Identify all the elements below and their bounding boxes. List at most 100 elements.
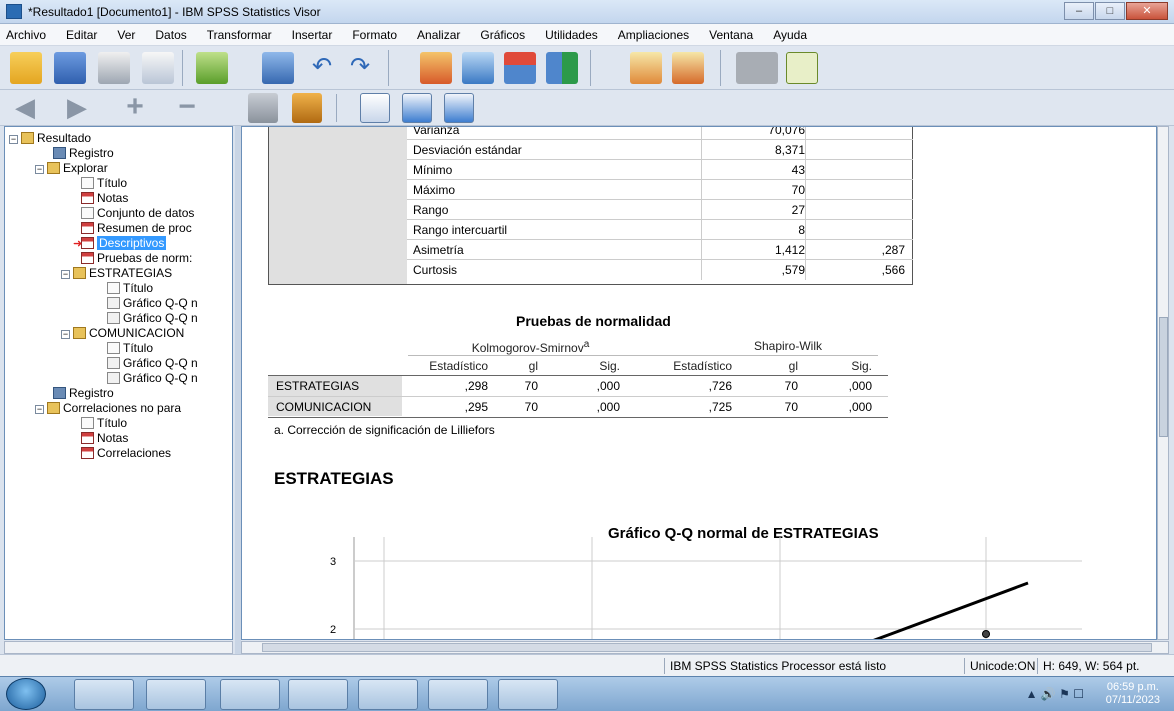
- equation-icon[interactable]: [428, 679, 488, 710]
- tree-node-label: Título: [97, 416, 128, 430]
- start-button[interactable]: [6, 678, 46, 710]
- tree-node-resumen[interactable]: Resumen de proc: [81, 221, 192, 236]
- back-icon[interactable]: ◀: [10, 93, 40, 123]
- stat-name: Mínimo: [413, 163, 453, 177]
- chrome-icon[interactable]: [220, 679, 280, 710]
- undo-icon[interactable]: ↶: [306, 52, 338, 84]
- tree-node-qq-chart[interactable]: Gráfico Q-Q n: [107, 356, 198, 371]
- tree-node-correlaciones-no-para[interactable]: − Correlaciones no para: [35, 401, 181, 416]
- tree-node-resultado[interactable]: − Resultado: [9, 131, 91, 146]
- insert-heading-icon[interactable]: [360, 93, 390, 123]
- tree-node-qq-chart[interactable]: Gráfico Q-Q n: [107, 371, 198, 386]
- title-icon: [107, 282, 120, 294]
- status-bar: IBM SPSS Statistics Processor está listo…: [0, 654, 1174, 676]
- stat-name: Rango intercuartil: [413, 223, 508, 237]
- go-to-variable-icon[interactable]: [462, 52, 494, 84]
- tree-node-titulo[interactable]: Título: [107, 281, 153, 296]
- menu-insertar[interactable]: Insertar: [292, 28, 333, 42]
- row-label-estrategias: ESTRATEGIAS: [276, 379, 360, 393]
- tree-node-titulo[interactable]: Título: [81, 416, 127, 431]
- system-tray[interactable]: ▲ 🔊 ⚑ ☐: [1026, 687, 1084, 701]
- tree-node-explorar[interactable]: − Explorar: [35, 161, 108, 176]
- viewer-vertical-scrollbar[interactable]: [1157, 126, 1169, 640]
- tree-horizontal-scrollbar[interactable]: [4, 641, 233, 654]
- tree-node-comunicacion[interactable]: − COMUNICACION: [61, 326, 184, 341]
- print-icon[interactable]: [98, 52, 130, 84]
- menu-utilidades[interactable]: Utilidades: [545, 28, 598, 42]
- menu-datos[interactable]: Datos: [155, 28, 186, 42]
- menu-transformar[interactable]: Transformar: [207, 28, 272, 42]
- minimize-button[interactable]: –: [1064, 2, 1094, 20]
- tree-node-notas[interactable]: Notas: [81, 431, 128, 446]
- tree-node-estrategias[interactable]: − ESTRATEGIAS: [61, 266, 172, 281]
- chart-icon: [107, 312, 120, 324]
- tree-node-titulo[interactable]: Título: [81, 176, 127, 191]
- menu-ampliaciones[interactable]: Ampliaciones: [618, 28, 689, 42]
- add-icon[interactable]: [786, 52, 818, 84]
- insert-cases-icon[interactable]: [504, 52, 536, 84]
- export-icon[interactable]: [196, 52, 228, 84]
- tree-node-correlaciones[interactable]: Correlaciones: [81, 446, 171, 461]
- collapse-toggle[interactable]: −: [35, 165, 44, 174]
- menu-ver[interactable]: Ver: [117, 28, 135, 42]
- expand-icon[interactable]: +: [120, 92, 150, 123]
- col-header: Estadístico: [429, 359, 488, 373]
- menu-graficos[interactable]: Gráficos: [480, 28, 525, 42]
- scroll-thumb[interactable]: [262, 643, 1152, 652]
- collapse-icon[interactable]: −: [172, 92, 202, 123]
- output-outline-tree[interactable]: − Resultado Registro − Explorar Título Not…: [4, 126, 233, 640]
- descriptives-label-column: [269, 127, 407, 284]
- weight-cases-icon[interactable]: [630, 52, 662, 84]
- file-explorer-icon[interactable]: [146, 679, 206, 710]
- open-folder-icon[interactable]: [10, 52, 42, 84]
- insert-title-icon[interactable]: [402, 93, 432, 123]
- clock[interactable]: 06:59 p.m. 07/11/2023: [1106, 681, 1160, 707]
- collapse-toggle[interactable]: −: [61, 270, 70, 279]
- menu-formato[interactable]: Formato: [352, 28, 397, 42]
- menu-ayuda[interactable]: Ayuda: [773, 28, 807, 42]
- internet-explorer-icon[interactable]: [74, 679, 134, 710]
- page-size-status: H: 649, W: 564 pt.: [1037, 658, 1140, 674]
- maximize-button[interactable]: □: [1095, 2, 1125, 20]
- scroll-thumb[interactable]: [1159, 317, 1168, 437]
- select-cases-icon[interactable]: [672, 52, 704, 84]
- viewer-horizontal-scrollbar[interactable]: [241, 641, 1169, 654]
- hide-icon[interactable]: [292, 93, 322, 123]
- zoom-icon[interactable]: [498, 679, 558, 710]
- split-file-icon[interactable]: [546, 52, 578, 84]
- tree-node-label: Explorar: [63, 161, 108, 175]
- menu-editar[interactable]: Editar: [66, 28, 97, 42]
- tree-node-registro[interactable]: Registro: [53, 386, 114, 401]
- tree-node-label: Resumen de proc: [97, 221, 192, 235]
- tree-node-titulo[interactable]: Título: [107, 341, 153, 356]
- print-preview-icon[interactable]: [142, 52, 174, 84]
- tree-node-pruebas[interactable]: Pruebas de norm:: [81, 251, 192, 266]
- collapse-toggle[interactable]: −: [61, 330, 70, 339]
- word-icon[interactable]: [288, 679, 348, 710]
- ks-footnote-mark: a: [583, 339, 590, 350]
- tree-node-qq-chart[interactable]: Gráfico Q-Q n: [107, 296, 198, 311]
- go-to-data-icon[interactable]: [420, 52, 452, 84]
- tree-node-notas[interactable]: Notas: [81, 191, 128, 206]
- tree-node-descriptivos[interactable]: Descriptivos: [81, 236, 167, 251]
- tree-node-conjunto-datos[interactable]: Conjunto de datos: [81, 206, 194, 221]
- menu-ventana[interactable]: Ventana: [709, 28, 753, 42]
- collapse-toggle[interactable]: −: [35, 405, 44, 414]
- show-icon[interactable]: [248, 93, 278, 123]
- forward-icon[interactable]: ▶: [62, 93, 92, 123]
- close-button[interactable]: ✕: [1126, 2, 1168, 20]
- recall-dialog-icon[interactable]: [262, 52, 294, 84]
- menu-archivo[interactable]: Archivo: [6, 28, 46, 42]
- cell: ,725: [708, 400, 732, 414]
- tree-node-registro[interactable]: Registro: [53, 146, 114, 161]
- clock-time: 06:59 p.m.: [1106, 681, 1159, 693]
- insert-text-icon[interactable]: [444, 93, 474, 123]
- table-row: Curtosis ,579 ,566: [407, 260, 913, 280]
- menu-analizar[interactable]: Analizar: [417, 28, 460, 42]
- redo-icon[interactable]: ↷: [344, 52, 376, 84]
- tree-node-qq-chart[interactable]: Gráfico Q-Q n: [107, 311, 198, 326]
- save-icon[interactable]: [54, 52, 86, 84]
- clock-date: 07/11/2023: [1105, 694, 1160, 706]
- collapse-toggle[interactable]: −: [9, 135, 18, 144]
- excel-icon[interactable]: [358, 679, 418, 710]
